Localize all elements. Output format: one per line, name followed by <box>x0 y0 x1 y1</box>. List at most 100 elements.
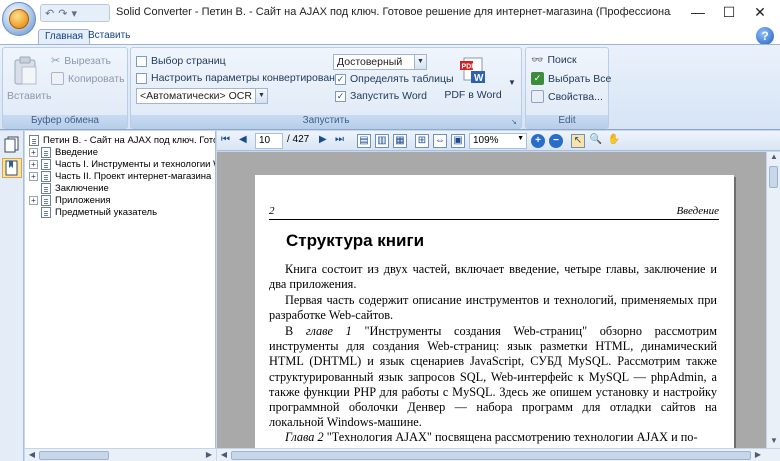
scroll-left-icon[interactable]: ◀ <box>26 450 38 461</box>
pages-panel-button[interactable] <box>2 134 22 154</box>
paragraph-2: Первая часть содержит описание инструмен… <box>269 293 717 323</box>
tree-item[interactable]: + Введение <box>29 146 98 158</box>
tree-horizontal-scrollbar[interactable]: ◀ ▶ <box>25 448 216 461</box>
scroll-right-icon[interactable]: ▶ <box>752 450 764 461</box>
fit-width-icon[interactable]: ⇔ <box>433 134 447 148</box>
first-page-icon[interactable]: ⏮ <box>221 134 230 148</box>
help-icon[interactable]: ? <box>756 27 774 45</box>
scrollbar-thumb[interactable] <box>769 166 778 188</box>
edit-group-label: Edit <box>526 115 608 128</box>
select-tool-icon[interactable]: ↖ <box>571 134 585 148</box>
launch-word-checkbox[interactable]: ✓ <box>335 90 346 102</box>
launch-word-label: Запустить Word <box>350 90 428 102</box>
running-header: Введение <box>676 205 719 217</box>
tree-item-label: Заключение <box>55 182 109 194</box>
document-viewer[interactable]: 2 Введение Структура книги Книга состоит… <box>217 152 766 448</box>
cut-label: Вырезать <box>64 54 111 67</box>
select-pages-checkbox[interactable] <box>136 55 147 67</box>
fit-page-icon[interactable]: ⊞ <box>415 134 429 148</box>
detect-tables-option[interactable]: ✓ Определять таблицы <box>335 73 454 85</box>
viewer-horizontal-scrollbar[interactable]: ◀ ▶ <box>217 448 780 461</box>
scrollbar-thumb[interactable] <box>231 451 751 460</box>
tree-root[interactable]: Петин В. - Сайт на AJAX под ключ. Готово… <box>29 134 215 146</box>
detect-tables-label: Определять таблицы <box>350 73 454 85</box>
qat-dropdown-icon[interactable]: ▾ <box>71 7 77 20</box>
paragraph-3-text: "Инструменты создания Web-страниц" обзор… <box>269 324 717 430</box>
actual-size-icon[interactable]: ▣ <box>451 134 465 148</box>
expand-icon[interactable]: + <box>29 171 38 181</box>
app-menu-button[interactable] <box>2 2 36 36</box>
tree-item-label: Часть II. Проект интернет-магазина <box>55 170 212 182</box>
facing-view-icon[interactable]: ▦ <box>393 134 407 148</box>
tree-item[interactable]: + Часть II. Проект интернет-магазина <box>29 170 211 182</box>
expand-icon[interactable]: + <box>29 159 38 169</box>
scissors-icon: ✂ <box>51 55 61 67</box>
paste-button[interactable]: Вставить <box>7 56 52 102</box>
cut-button[interactable]: ✂ Вырезать <box>51 54 111 68</box>
viewer-vertical-scrollbar[interactable]: ▲ ▼ <box>766 152 780 448</box>
page-number-input[interactable]: 10 <box>255 133 283 149</box>
scrollbar-thumb[interactable] <box>39 451 109 460</box>
conversion-settings-button[interactable]: Настроить параметры конвертирования <box>136 72 347 84</box>
maximize-button[interactable]: ☐ <box>717 2 741 22</box>
zoom-in-icon[interactable]: + <box>531 134 545 148</box>
pdf-to-word-button[interactable]: PDF W PDF в Word <box>441 56 505 101</box>
ribbon: Вставить ✂ Вырезать Копировать Буфер обм… <box>0 44 780 130</box>
tree-item[interactable]: Предметный указатель <box>41 206 157 218</box>
settings-icon <box>136 72 147 84</box>
dialog-launcher-icon[interactable]: ↘ <box>511 119 519 127</box>
scroll-left-icon[interactable]: ◀ <box>218 450 230 461</box>
document-icon <box>41 170 51 182</box>
paragraph-3-lead: В <box>285 324 306 338</box>
tree-item[interactable]: + Часть I. Инструменты и технологии We <box>29 158 215 170</box>
bookmarks-panel-button[interactable] <box>2 158 22 178</box>
close-button[interactable]: ✕ <box>748 2 772 22</box>
properties-button[interactable]: Свойства... <box>531 90 603 103</box>
select-all-label: Выбрать Все <box>548 72 612 85</box>
expand-icon[interactable]: + <box>29 147 38 157</box>
continuous-view-icon[interactable]: ▥ <box>375 134 389 148</box>
zoom-tool-icon[interactable]: 🔍 <box>589 134 603 148</box>
scroll-down-icon[interactable]: ▼ <box>767 436 780 448</box>
header-rule <box>269 219 719 220</box>
page-total: / 427 <box>287 134 310 145</box>
paste-label: Вставить <box>7 90 52 102</box>
clipboard-group: Вставить ✂ Вырезать Копировать Буфер обм… <box>2 47 128 129</box>
tab-insert[interactable]: Вставить <box>82 29 136 45</box>
previous-page-icon[interactable]: ◀ <box>239 134 247 148</box>
hand-tool-icon[interactable]: ✋ <box>607 134 621 148</box>
expand-icon[interactable]: + <box>29 195 38 205</box>
launch-word-option[interactable]: ✓ Запустить Word <box>335 90 427 102</box>
mode-select[interactable]: Достоверный ▼ <box>333 54 427 70</box>
zoom-out-icon[interactable]: − <box>549 134 563 148</box>
viewer-toolbar: ⏮ ◀ 10 / 427 ▶ ⏭ ▤ ▥ ▦ ⊞ ⇔ ▣ 109% ▼ + − … <box>217 131 780 151</box>
ocr-select[interactable]: <Автоматически> OCR ▼ <box>136 88 268 104</box>
pdf-to-word-dropdown-icon[interactable]: ▼ <box>508 78 516 87</box>
app-logo-icon <box>9 9 29 29</box>
next-page-icon[interactable]: ▶ <box>319 134 327 148</box>
zoom-select[interactable]: 109% ▼ <box>469 133 527 149</box>
document-page: 2 Введение Структура книги Книга состоит… <box>255 175 734 448</box>
scroll-up-icon[interactable]: ▲ <box>767 152 780 164</box>
minimize-button[interactable]: — <box>686 2 710 22</box>
copy-button[interactable]: Копировать <box>51 72 125 85</box>
paragraph-4-text: "Технология AJAX" посвящена рассмотрению… <box>323 430 698 444</box>
chevron-down-icon: ▼ <box>255 89 267 103</box>
undo-icon[interactable]: ↶ <box>45 7 54 20</box>
document-icon <box>41 158 51 170</box>
detect-tables-checkbox[interactable]: ✓ <box>335 73 346 85</box>
select-pages-option[interactable]: Выбор страниц <box>136 55 226 67</box>
redo-icon[interactable]: ↷ <box>58 7 67 20</box>
paragraph-4-emphasis: Глава 2 <box>285 430 324 444</box>
select-all-button[interactable]: ✓ Выбрать Все <box>531 72 611 85</box>
edit-group: 👓 Поиск ✓ Выбрать Все Свойства... Edit <box>525 47 611 129</box>
scroll-right-icon[interactable]: ▶ <box>203 450 215 461</box>
tree-item-label: Приложения <box>55 194 111 206</box>
zoom-value: 109% <box>473 135 499 146</box>
single-page-view-icon[interactable]: ▤ <box>357 134 371 148</box>
find-button[interactable]: 👓 Поиск <box>531 54 577 66</box>
tree-item[interactable]: Заключение <box>41 182 109 194</box>
tree-item[interactable]: + Приложения <box>29 194 111 206</box>
last-page-icon[interactable]: ⏭ <box>335 134 344 148</box>
copy-label: Копировать <box>68 72 125 85</box>
